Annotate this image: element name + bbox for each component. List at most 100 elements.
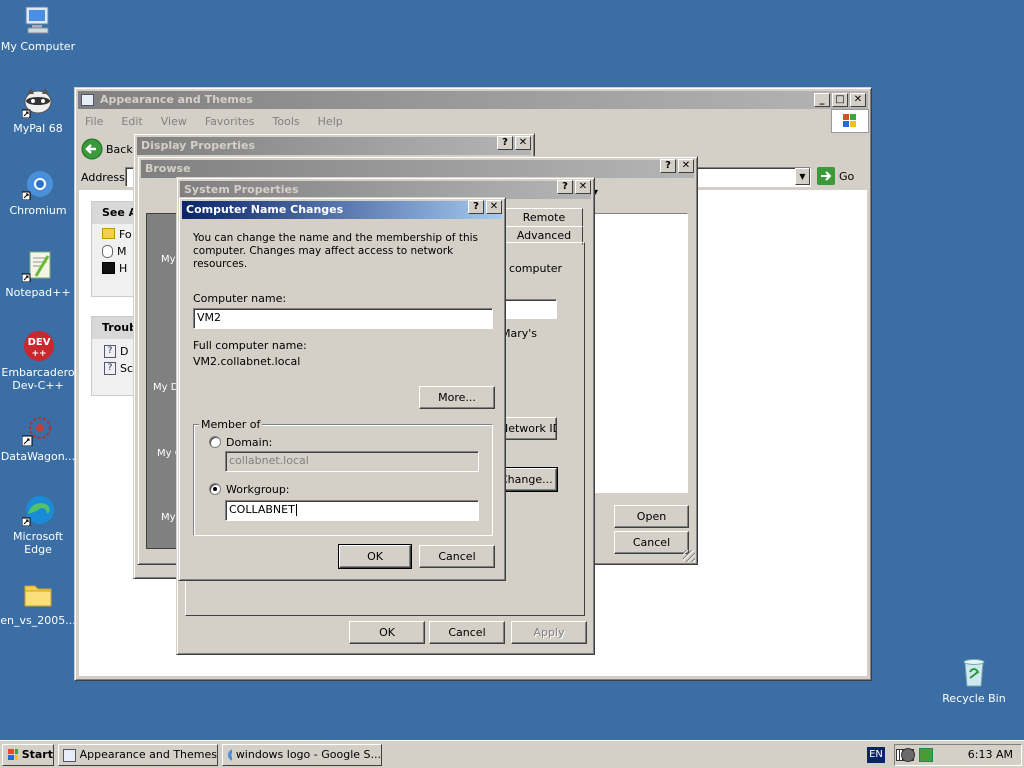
desktop-icon-devcpp[interactable]: DEV ++ Embarcadero Dev-C++ (0, 330, 76, 392)
help-button[interactable]: ? (660, 159, 676, 173)
tab-remote[interactable]: Remote (505, 208, 583, 227)
domain-radio[interactable] (209, 436, 221, 448)
workgroup-input[interactable]: COLLABNET (225, 500, 479, 521)
close-button[interactable]: ✕ (678, 159, 694, 173)
menu-favorites[interactable]: Favorites (205, 115, 255, 128)
desktop-icon-my-computer[interactable]: My Computer (0, 4, 76, 53)
browse-titlebar[interactable]: Browse (141, 160, 694, 178)
datawagon-icon (21, 414, 54, 447)
close-button[interactable]: ✕ (575, 180, 591, 194)
back-label: Back (106, 142, 133, 156)
ok-button[interactable]: OK (349, 621, 425, 644)
change-button[interactable]: Change... (498, 467, 558, 492)
go-label: Go (839, 169, 855, 183)
close-button[interactable]: ✕ (850, 93, 866, 107)
open-button[interactable]: Open (614, 505, 689, 528)
display-icon (102, 262, 115, 274)
devcpp-icon: DEV ++ (22, 330, 54, 362)
close-button[interactable]: ✕ (486, 200, 502, 214)
desktop-icon-label: en_vs_2005... (0, 614, 76, 627)
network-id-button[interactable]: Network ID (499, 417, 557, 440)
desktop-icon-label: MyPal 68 (13, 122, 63, 135)
menu-edit[interactable]: Edit (121, 115, 142, 128)
menu-file[interactable]: File (85, 115, 103, 128)
marys-text-fragment: Mary's (501, 327, 538, 340)
go-arrow-icon (817, 167, 835, 185)
taskbar-item-appearance[interactable]: Appearance and Themes (58, 744, 218, 766)
cancel-button[interactable]: Cancel (614, 531, 689, 554)
text-cursor (295, 504, 297, 516)
menu-view[interactable]: View (161, 115, 187, 128)
recycle-bin-icon (958, 656, 990, 688)
ok-button[interactable]: OK (338, 544, 412, 569)
computer-name-changes-title: Computer Name Changes (186, 203, 344, 216)
description-field[interactable] (499, 299, 557, 319)
folder-icon (102, 228, 115, 239)
help-icon: ? (104, 345, 116, 358)
taskbar-item-google[interactable]: windows logo - Google S... (222, 744, 382, 766)
desktop-icon-vs2005[interactable]: en_vs_2005... (0, 578, 76, 627)
clock[interactable]: 6:13 AM (968, 748, 1013, 761)
computer-text-fragment: computer (509, 262, 563, 275)
workgroup-label[interactable]: Workgroup: (226, 483, 290, 496)
computer-name-changes-titlebar[interactable]: Computer Name Changes (182, 201, 502, 219)
help-button[interactable]: ? (497, 136, 513, 150)
file-list[interactable] (594, 213, 688, 493)
help-icon: ? (104, 362, 116, 375)
mouse-icon (102, 245, 113, 258)
windows-flag-icon (831, 109, 869, 133)
more-button[interactable]: More... (419, 386, 495, 409)
security-icon[interactable] (919, 748, 933, 762)
desktop-icon-label: My Computer (0, 40, 76, 53)
menu-help[interactable]: Help (318, 115, 343, 128)
folder-icon (22, 578, 54, 610)
cancel-button[interactable]: Cancel (419, 545, 495, 568)
edge-icon (21, 494, 54, 527)
language-indicator[interactable]: EN (867, 747, 885, 763)
cancel-button[interactable]: Cancel (429, 621, 505, 644)
desktop-icon-label: Microsoft Edge (12, 530, 64, 556)
back-arrow-icon (81, 138, 103, 160)
back-button[interactable]: Back (81, 138, 133, 160)
maximize-button[interactable]: □ (832, 93, 848, 107)
svg-text:++: ++ (31, 349, 46, 359)
desktop-icon-label: DataWagon... (0, 450, 76, 463)
explorer-title: Appearance and Themes (100, 93, 253, 106)
domain-input[interactable]: collabnet.local (225, 451, 479, 472)
minimize-button[interactable]: _ (814, 93, 830, 107)
explorer-titlebar[interactable]: Appearance and Themes (78, 91, 868, 109)
address-dropdown-button[interactable]: ▼ (795, 168, 810, 185)
windows-logo-icon (8, 749, 18, 760)
domain-label[interactable]: Domain: (226, 436, 272, 449)
workgroup-radio[interactable] (209, 483, 221, 495)
computer-name-input[interactable]: VM2 (193, 308, 493, 329)
desktop-icon-recycle-bin[interactable]: Recycle Bin (936, 656, 1012, 705)
notepadpp-icon (21, 250, 54, 283)
close-button[interactable]: ✕ (515, 136, 531, 150)
apply-button[interactable]: Apply (511, 621, 587, 644)
desktop-icon-label: Notepad++ (5, 286, 71, 299)
taskbar: Start Appearance and Themes windows logo… (0, 740, 1024, 768)
full-computer-name-value: VM2.collabnet.local (193, 355, 301, 368)
go-button[interactable]: Go (817, 167, 854, 185)
help-button[interactable]: ? (468, 200, 484, 214)
computer-icon (22, 4, 54, 36)
address-label: Address (81, 171, 125, 184)
display-properties-titlebar[interactable]: Display Properties (137, 137, 531, 155)
devcpp-badge: DEV (28, 337, 51, 348)
start-button[interactable]: Start (2, 744, 54, 766)
desktop-icon-chromium[interactable]: Chromium (0, 168, 76, 217)
help-button[interactable]: ? (557, 180, 573, 194)
system-tray: 6:13 AM (894, 744, 1022, 766)
member-of-label: Member of (199, 418, 263, 431)
desktop-icon-label: Recycle Bin (942, 692, 1006, 705)
desktop-icon-edge[interactable]: Microsoft Edge (0, 494, 76, 556)
desktop-icon-datawagon[interactable]: DataWagon... (0, 414, 76, 463)
network-icon[interactable] (901, 748, 915, 762)
desktop-icon-mypal[interactable]: MyPal 68 (0, 86, 76, 135)
desktop-icon-label: Embarcadero Dev-C++ (1, 366, 75, 392)
desktop-icon-notepadpp[interactable]: Notepad++ (0, 250, 76, 299)
resize-grip[interactable] (683, 550, 695, 562)
menu-tools[interactable]: Tools (273, 115, 300, 128)
display-properties-title: Display Properties (141, 139, 256, 152)
